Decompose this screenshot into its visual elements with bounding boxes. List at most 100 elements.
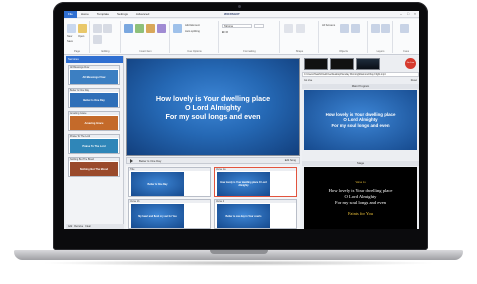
ribbon-group-formatting: Tahoma B I U Formatting <box>220 21 280 53</box>
tab-file[interactable]: File <box>64 11 77 18</box>
font-size-select[interactable] <box>254 24 264 28</box>
insert-media-icon[interactable] <box>135 24 144 33</box>
slide-item[interactable]: Verse 2 Better is one day in Your courts <box>214 199 297 229</box>
ribbon-group-label: Formatting <box>243 50 256 53</box>
go-live-button[interactable]: Go Live <box>405 58 416 69</box>
copy-icon[interactable] <box>103 24 112 33</box>
background-media-slot[interactable] <box>356 58 380 70</box>
slide-grid: Title Better Is One Day Verse 1a How lov… <box>126 166 300 229</box>
go-live-toggle[interactable]: Go Live <box>304 78 312 83</box>
send-backward-icon[interactable] <box>381 24 390 33</box>
edit-song-button[interactable]: Edit Song <box>285 159 296 162</box>
app-screen: File Home Template Settings Advanced WOR… <box>64 11 419 229</box>
slide-caption: Verse 2 <box>215 200 296 203</box>
ribbon-group-label: Cues <box>402 50 410 53</box>
service-list: Services All Blessings Flow All Blessing… <box>66 56 124 229</box>
service-list-footer: Add Remove Clear <box>66 224 124 229</box>
service-item[interactable]: Praise To The Lord Praise To The Lord <box>68 134 120 154</box>
service-item[interactable]: Nothing But The Blood Nothing But The Bl… <box>68 157 120 177</box>
stage-label: Stage <box>302 161 419 166</box>
service-item-thumbnail: Amazing Grace <box>70 116 118 130</box>
service-item-caption: Better Is One Day <box>69 89 119 92</box>
paste-icon[interactable] <box>93 35 102 44</box>
insert-song-icon[interactable] <box>124 24 133 33</box>
stage-output: Verse 1a How lovely is Your dwelling pla… <box>304 167 417 229</box>
save-button[interactable]: Save <box>67 40 73 43</box>
objects-icon[interactable] <box>340 24 349 33</box>
ribbon-group-shape: Shape <box>281 21 319 53</box>
font-family-select[interactable]: Tahoma <box>222 24 252 28</box>
title-bar: File Home Template Settings Advanced WOR… <box>64 11 419 18</box>
ribbon-group-label: Cue Options <box>187 50 202 53</box>
slide-item[interactable]: Verse 1b My heart and flesh cry out for … <box>128 199 211 229</box>
output-pane: Go Live C:\Users\Heath\OneDrive\Desktop\… <box>302 56 419 229</box>
media-slot[interactable] <box>330 58 354 70</box>
ribbon-group-editing: Editing <box>91 21 121 53</box>
media-slot[interactable] <box>304 58 328 70</box>
service-item-thumbnail: Praise To The Lord <box>70 139 118 153</box>
playback-bar: Better Is One Day Edit Song <box>126 157 300 164</box>
slide-thumbnail: Better is one day in Your courts <box>217 204 270 228</box>
cut-icon[interactable] <box>93 24 102 33</box>
ribbon-group-label: Editing <box>101 50 110 53</box>
slide-thumbnail: My heart and flesh cry out for You <box>131 204 184 228</box>
main-preview[interactable]: How lovely is Your dwelling place O Lord… <box>126 58 300 156</box>
media-row <box>304 58 380 70</box>
shape-outline-icon[interactable] <box>296 24 305 33</box>
open-folder-icon[interactable] <box>78 24 87 33</box>
laptop-notch <box>210 250 268 254</box>
bring-forward-icon[interactable] <box>371 24 380 33</box>
insert-presentation-icon[interactable] <box>157 24 166 33</box>
program-line: For my soul longs and even <box>331 122 390 128</box>
align-icon[interactable] <box>351 24 360 33</box>
play-icon[interactable] <box>130 158 133 163</box>
ribbon-group-label: Insert Item <box>139 50 152 53</box>
bold-icon[interactable]: B I U <box>222 31 228 34</box>
ribbon-group-label: Page <box>73 50 81 53</box>
insert-bible-icon[interactable] <box>146 24 155 33</box>
current-song: Better Is One Day <box>139 158 162 163</box>
webcam <box>238 5 241 8</box>
minimize-icon[interactable]: – <box>399 12 403 16</box>
tab-settings[interactable]: Settings <box>113 11 132 18</box>
main-program-output: How lovely is Your dwelling place O Lord… <box>304 90 417 150</box>
maximize-icon[interactable]: □ <box>406 12 410 16</box>
add-element-button[interactable]: Add Element <box>185 24 200 27</box>
service-item[interactable]: Amazing Grace Amazing Grace <box>68 111 120 131</box>
service-item-thumbnail: All Blessings Flow <box>70 70 118 84</box>
slide-item[interactable]: Title Better Is One Day <box>128 167 211 197</box>
all-screens-button[interactable]: All Screens <box>322 24 335 27</box>
ribbon: New Open Save Page Editing Insert Item A… <box>64 19 419 55</box>
remove-button[interactable]: Remove <box>74 225 83 228</box>
app-logo: WORSHIP <box>224 12 240 16</box>
preview-line: For my soul longs and even <box>165 111 261 121</box>
cue-options-icon[interactable] <box>173 24 182 33</box>
laptop-shadow <box>40 260 437 266</box>
ribbon-group-insert: Insert Item <box>122 21 170 53</box>
add-button[interactable]: Add <box>68 225 72 228</box>
open-button[interactable]: Open <box>78 35 84 38</box>
stage-next-line: Faints for You <box>347 211 373 216</box>
ribbon-tabs: File Home Template Settings Advanced <box>64 11 153 18</box>
new-file-icon[interactable] <box>67 24 76 33</box>
service-item[interactable]: All Blessings Flow All Blessings Flow <box>68 65 120 85</box>
shape-fill-icon[interactable] <box>284 24 293 33</box>
clear-button[interactable]: Clear <box>85 225 91 228</box>
slide-thumbnail: How lovely is Your dwelling place O Lord… <box>217 172 270 196</box>
service-item-caption: Amazing Grace <box>69 112 119 115</box>
cues-icon[interactable] <box>400 24 409 33</box>
new-button[interactable]: New <box>67 35 72 38</box>
stage-slide-title: Verse 1a <box>355 180 366 184</box>
service-item[interactable]: Better Is One Day Better Is One Day <box>68 88 120 108</box>
tab-template[interactable]: Template <box>93 11 113 18</box>
close-icon[interactable]: × <box>413 12 417 16</box>
tab-advanced[interactable]: Advanced <box>132 11 153 18</box>
preview-line: How lovely is Your dwelling place <box>155 93 271 103</box>
slide-thumbnail: Better Is One Day <box>131 172 184 196</box>
ribbon-group-label: Shape <box>295 50 304 53</box>
tab-home[interactable]: Home <box>77 11 93 18</box>
reset-button[interactable]: Reset <box>411 78 417 83</box>
ribbon-group-cues: Cues <box>394 21 418 53</box>
slide-item-selected[interactable]: Verse 1a How lovely is Your dwelling pla… <box>214 167 297 197</box>
auto-splitting-toggle[interactable]: Auto splitting <box>185 30 200 33</box>
